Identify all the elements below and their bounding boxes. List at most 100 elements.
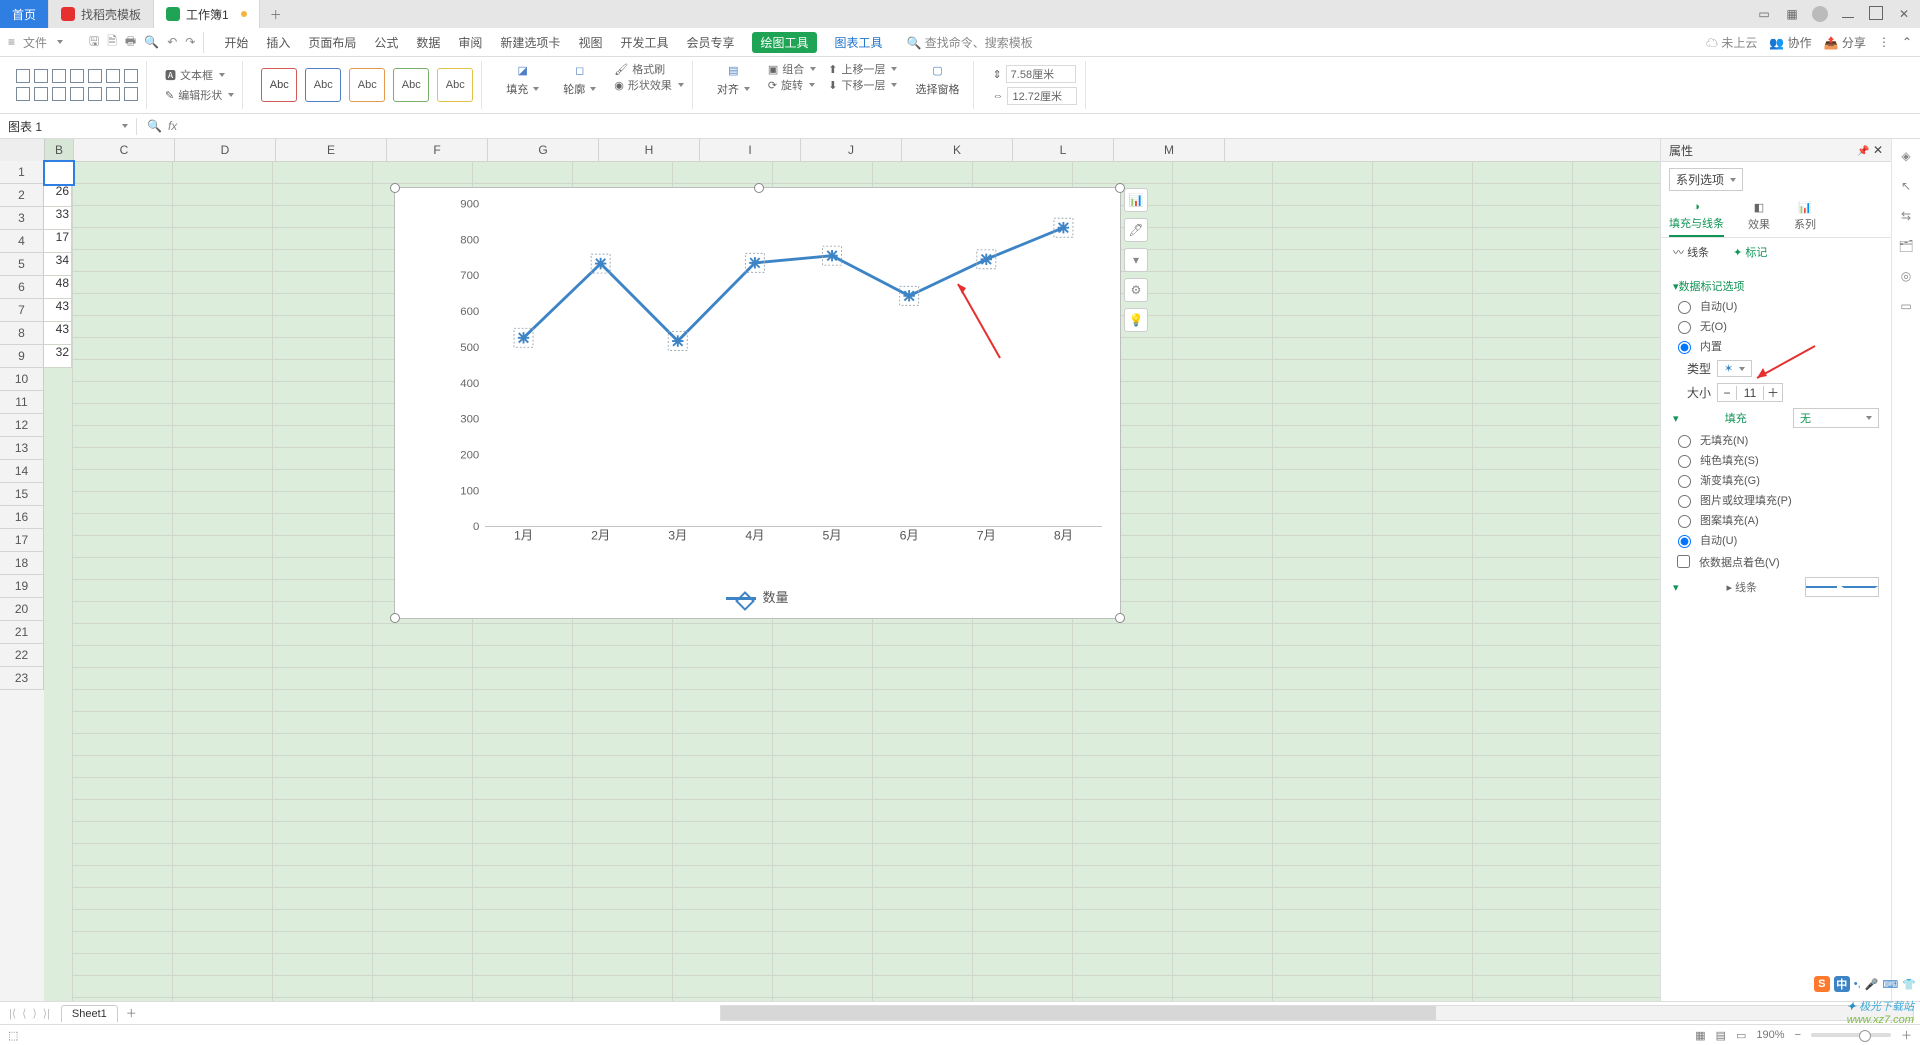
selection-pane-button[interactable]: ▢选择窗格 — [909, 61, 965, 109]
radio-fill-pic[interactable]: 图片或纹理填充(P) — [1673, 492, 1879, 508]
ime-skin-icon[interactable]: 👕 — [1902, 978, 1916, 991]
menu-vip[interactable]: 会员专享 — [686, 34, 734, 51]
subtab-marker[interactable]: ✦ 标记 — [1733, 244, 1767, 260]
resize-handle[interactable] — [390, 183, 400, 193]
save-icon[interactable]: 🖫 — [89, 32, 99, 53]
menu-dev[interactable]: 开发工具 — [620, 34, 668, 51]
textbox-button[interactable]: 🅰 文本框 — [165, 67, 234, 83]
height-field[interactable]: ⇕ 7.58厘米 — [992, 65, 1077, 83]
col-I[interactable]: I — [700, 139, 801, 161]
chart-elements-icon[interactable]: 📊 — [1124, 188, 1148, 212]
settings2-icon[interactable]: ⇆ — [1901, 209, 1911, 223]
section-fill[interactable]: 填充 — [1725, 410, 1747, 426]
stepper-plus[interactable]: ＋ — [1764, 384, 1782, 401]
file-menu[interactable]: 文件 — [23, 34, 47, 51]
fill-button[interactable]: ◪填充 — [500, 61, 545, 109]
formatpainter-button[interactable]: 🖌 格式刷 — [614, 61, 684, 77]
width-field[interactable]: ⇔ 12.72厘米 — [992, 87, 1077, 105]
resize-handle[interactable] — [390, 613, 400, 623]
menu-charttools[interactable]: 图表工具 — [835, 34, 883, 51]
sheet-tab[interactable]: Sheet1 — [61, 1005, 118, 1022]
zoom-out-icon[interactable]: − — [1795, 1029, 1801, 1041]
menu-formula[interactable]: 公式 — [374, 34, 398, 51]
zoom-slider[interactable] — [1811, 1033, 1891, 1037]
tab-effect[interactable]: ◧效果 — [1748, 201, 1770, 237]
cooperate-button[interactable]: 👥 协作 — [1769, 34, 1811, 51]
new-tab-button[interactable]: ＋ — [260, 0, 292, 28]
tab-template[interactable]: 找稻壳模板 — [49, 0, 154, 28]
lightbulb-icon[interactable]: 💡 — [1124, 308, 1148, 332]
shape-style-2[interactable]: Abc — [305, 68, 341, 102]
chart-plot[interactable]: 01002003004005006007008009001月2月3月4月5月6月… — [447, 198, 1102, 545]
chart-styles-icon[interactable]: 🖊 — [1124, 218, 1148, 242]
col-B[interactable]: B — [45, 139, 74, 161]
menu-start[interactable]: 开始 — [224, 34, 248, 51]
column-headers[interactable]: B C D E F G H I J K L M — [0, 139, 1660, 162]
section-marker-options[interactable]: 数据标记选项 — [1673, 278, 1879, 294]
outline-button[interactable]: ◻轮廓 — [557, 61, 602, 109]
settings-icon[interactable]: ⚙ — [1124, 278, 1148, 302]
print-preview-icon[interactable]: 🔍 — [144, 35, 159, 49]
shapefx-button[interactable]: ◉ 形状效果 — [614, 77, 684, 93]
marker-size-stepper[interactable]: −11＋ — [1717, 383, 1783, 402]
name-box[interactable]: 图表 1 — [0, 118, 137, 135]
radio-fill-solid[interactable]: 纯色填充(S) — [1673, 452, 1879, 468]
menu-insert[interactable]: 插入 — [266, 34, 290, 51]
fx-area[interactable]: 🔍 fx — [137, 119, 187, 133]
undo-icon[interactable]: ↶ — [167, 35, 177, 49]
check-bypoint[interactable]: 依数据点着色(V) — [1673, 552, 1879, 571]
shape-style-gallery[interactable]: Abc Abc Abc Abc Abc — [261, 68, 473, 102]
collapse-ribbon-icon[interactable]: ⌃ — [1902, 35, 1912, 49]
zoom-in-icon[interactable]: ＋ — [1901, 1027, 1912, 1043]
menu-view[interactable]: 视图 — [578, 34, 602, 51]
user-avatar[interactable] — [1812, 6, 1828, 22]
section-line[interactable]: 线条 — [1735, 582, 1757, 594]
col-H[interactable]: H — [599, 139, 700, 161]
row-headers[interactable]: 1234567891011121314151617181920212223 — [0, 161, 44, 1001]
col-C[interactable]: C — [74, 139, 175, 161]
line-style-dropdown[interactable] — [1805, 577, 1879, 597]
subtab-line[interactable]: 〰 线条 — [1673, 244, 1709, 260]
chart-filter-icon[interactable]: ▾ — [1124, 248, 1148, 272]
redo-icon[interactable]: ↷ — [185, 35, 195, 49]
tab-fill-line[interactable]: ◑填充与线条 — [1669, 201, 1724, 237]
rotate-button[interactable]: ⟳ 旋转 — [768, 77, 816, 93]
window-close[interactable]: ✕ — [1896, 7, 1912, 21]
movedown-button[interactable]: ⬇ 下移一层 — [828, 77, 897, 93]
col-L[interactable]: L — [1013, 139, 1114, 161]
zoom-value[interactable]: 190% — [1756, 1029, 1784, 1041]
resize-handle[interactable] — [1115, 613, 1125, 623]
hscrollbar[interactable] — [720, 1005, 1914, 1021]
menu-pagelayout[interactable]: 页面布局 — [308, 34, 356, 51]
shapes-gallery[interactable] — [16, 69, 138, 101]
group-button[interactable]: ▣ 组合 — [768, 61, 816, 77]
tab-series[interactable]: 📊系列 — [1794, 201, 1816, 237]
menu-review[interactable]: 审阅 — [458, 34, 482, 51]
menu-data[interactable]: 数据 — [416, 34, 440, 51]
ime-mic-icon[interactable]: 🎤 — [1865, 978, 1879, 991]
ime-lang-icon[interactable]: 中 — [1834, 976, 1850, 992]
sheet-view[interactable]: B C D E F G H I J K L M 1234567891011121… — [0, 139, 1660, 1001]
share-button[interactable]: 📤 分享 — [1824, 34, 1866, 51]
clipboard-icon[interactable]: 🗂 — [1898, 239, 1913, 253]
col-D[interactable]: D — [175, 139, 276, 161]
radio-fill-auto[interactable]: 自动(U) — [1673, 532, 1879, 548]
shape-style-5[interactable]: Abc — [437, 68, 473, 102]
cloud-status[interactable]: ☁ 未上云 — [1706, 34, 1757, 51]
tab-home[interactable]: 首页 — [0, 0, 49, 28]
select-tool-icon[interactable]: ↖ — [1901, 179, 1911, 193]
target-icon[interactable]: ◎ — [1901, 269, 1911, 283]
save-as-icon[interactable]: 🗎 — [107, 32, 117, 53]
col-G[interactable]: G — [488, 139, 599, 161]
radio-none[interactable]: 无(O) — [1673, 318, 1879, 334]
ime-keyboard-icon[interactable]: ⌨ — [1882, 978, 1898, 991]
col-M[interactable]: M — [1114, 139, 1225, 161]
select-all-corner[interactable] — [0, 139, 45, 161]
hamburger-icon[interactable]: ≡ — [8, 35, 15, 49]
apps-icon[interactable]: ▦ — [1784, 7, 1800, 21]
cells-area[interactable]: 2633173448434332 📊 🖊 ▾ ⚙ 💡 — [44, 161, 1660, 1001]
size-value[interactable]: 11 — [1736, 386, 1764, 400]
sheet-nav[interactable]: |⟨⟨⟩⟩| — [6, 1007, 53, 1020]
command-search[interactable]: 🔍 查找命令、搜索模板 — [907, 34, 1033, 51]
fill-dropdown[interactable]: 无 — [1793, 408, 1879, 428]
